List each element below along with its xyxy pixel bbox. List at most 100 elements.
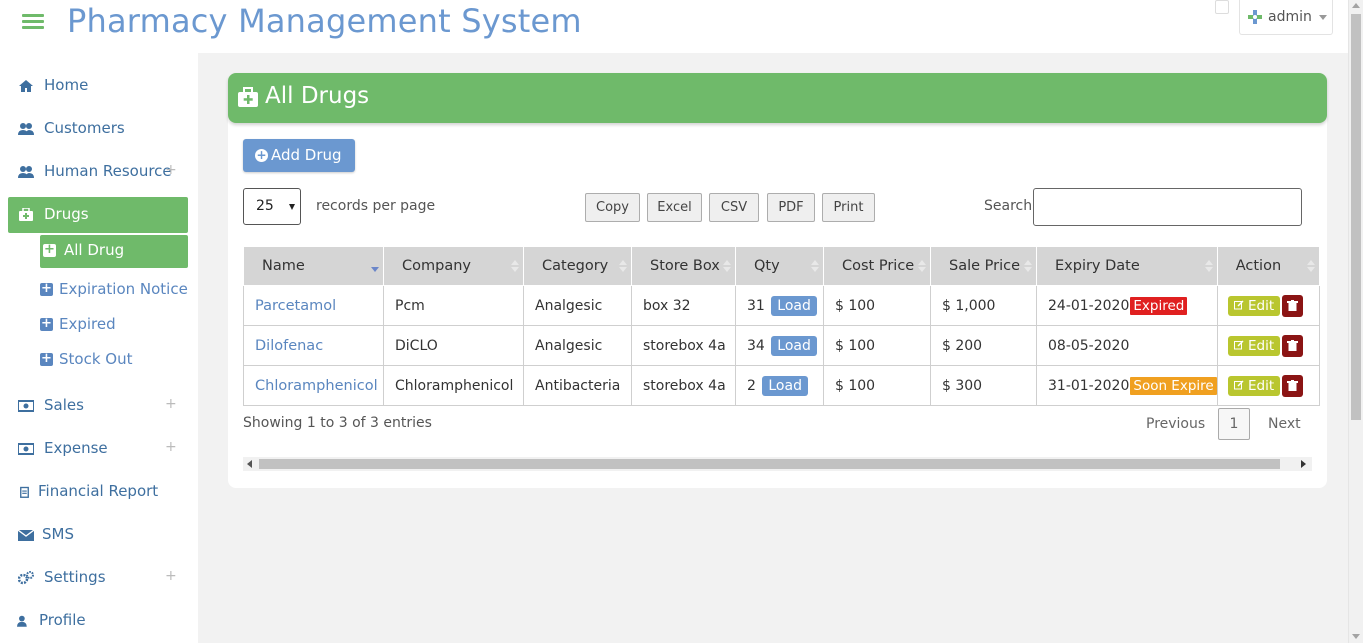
column-header-action[interactable]: Action <box>1216 246 1320 286</box>
edit-button[interactable]: Edit <box>1227 295 1281 316</box>
column-header-label: Qty <box>754 258 780 274</box>
load-button[interactable]: Load <box>762 375 808 396</box>
cell-qty: 34 Load <box>735 325 824 366</box>
panel-header: All Drugs <box>228 73 1327 123</box>
expand-plus-icon: + <box>165 396 177 412</box>
sidebar-item-expense[interactable]: Expense + <box>8 431 188 467</box>
search-input[interactable] <box>1033 188 1302 226</box>
table-header-row: Name Company Category Store Box Qty Cost… <box>243 246 1320 286</box>
sidebar-subitem-expired[interactable]: + Expired <box>40 309 188 342</box>
trash-icon <box>1287 339 1299 351</box>
pdf-button[interactable]: PDF <box>767 193 815 222</box>
drug-name-link[interactable]: Dilofenac <box>255 338 323 354</box>
drug-name-link[interactable]: Chloramphenicol <box>255 378 378 394</box>
cell-name: Dilofenac <box>243 325 384 366</box>
expired-badge: Expired <box>1130 296 1188 315</box>
sidebar-item-human-resource[interactable]: Human Resource + <box>8 154 188 190</box>
pagination-next[interactable]: Next <box>1268 416 1301 432</box>
sidebar-subitem-expiration-notice[interactable]: + Expiration Notice <box>40 274 188 307</box>
soon-expire-badge: Soon Expire <box>1130 376 1217 395</box>
column-header-label: Name <box>262 258 305 274</box>
sidebar-item-settings[interactable]: Settings + <box>8 560 188 596</box>
home-icon <box>19 80 33 92</box>
pagination-page-current[interactable]: 1 <box>1218 408 1250 440</box>
print-button[interactable]: Print <box>822 193 875 222</box>
horizontal-scroll-thumb[interactable] <box>259 459 1280 469</box>
hamburger-menu-icon[interactable] <box>22 11 44 33</box>
sort-icon <box>723 260 731 272</box>
sidebar-subitem-all-drug[interactable]: + All Drug <box>40 235 188 268</box>
column-header-label: Store Box <box>650 258 720 274</box>
sidebar-item-financial-report[interactable]: Financial Report <box>8 474 188 510</box>
sidebar-item-customers[interactable]: Customers <box>8 111 188 147</box>
cell-sale-price: $ 200 <box>930 325 1037 366</box>
edit-label: Edit <box>1248 337 1275 354</box>
all-drugs-panel: All Drugs + Add Drug 25 records per page… <box>228 73 1327 488</box>
scroll-left-icon[interactable] <box>247 460 252 468</box>
column-header-cost-price[interactable]: Cost Price <box>823 246 931 286</box>
user-menu-button[interactable]: admin <box>1239 0 1333 35</box>
pagination-previous[interactable]: Previous <box>1146 416 1205 432</box>
column-header-sale-price[interactable]: Sale Price <box>930 246 1037 286</box>
edit-button[interactable]: Edit <box>1227 335 1281 356</box>
load-button[interactable]: Load <box>771 295 817 316</box>
delete-button[interactable] <box>1282 294 1304 317</box>
cell-qty: 2 Load <box>735 365 824 406</box>
cell-cost-price: $ 100 <box>823 325 931 366</box>
column-header-company[interactable]: Company <box>383 246 524 286</box>
column-header-label: Sale Price <box>949 258 1021 274</box>
load-button[interactable]: Load <box>771 335 817 356</box>
app-title: Pharmacy Management System <box>67 2 582 40</box>
sidebar-item-drugs[interactable]: Drugs <box>8 197 188 233</box>
column-header-expiry-date[interactable]: Expiry Date <box>1036 246 1218 286</box>
sidebar-item-label: Sales <box>44 396 84 414</box>
qty-value: 2 <box>747 377 756 394</box>
cell-company: Chloramphenicol <box>383 365 524 406</box>
horizontal-scrollbar[interactable] <box>243 457 1312 471</box>
excel-button[interactable]: Excel <box>647 193 702 222</box>
delete-button[interactable] <box>1282 334 1304 357</box>
csv-button[interactable]: CSV <box>709 193 759 222</box>
sidebar-subitem-label: All Drug <box>64 241 125 259</box>
sidebar-subitem-stock-out[interactable]: + Stock Out <box>40 344 188 377</box>
scroll-right-icon[interactable] <box>1301 460 1306 468</box>
cell-expiry-date: 24-01-2020 Expired <box>1036 285 1218 326</box>
cell-store-box: box 32 <box>631 285 736 326</box>
trash-icon <box>1287 299 1299 311</box>
scroll-up-icon[interactable] <box>1352 3 1360 8</box>
sort-icon <box>1024 260 1032 272</box>
sidebar-item-sales[interactable]: Sales + <box>8 388 188 424</box>
sort-icon <box>619 260 627 272</box>
header-checkbox[interactable] <box>1215 0 1229 14</box>
cell-action: Edit <box>1216 285 1320 326</box>
sidebar-item-home[interactable]: Home <box>8 68 188 104</box>
user-avatar-icon <box>1248 10 1262 24</box>
column-header-name[interactable]: Name <box>243 246 384 286</box>
cell-expiry-date: 08-05-2020 <box>1036 325 1218 366</box>
drug-name-link[interactable]: Parcetamol <box>255 298 336 314</box>
users-icon <box>18 123 34 135</box>
column-header-store-box[interactable]: Store Box <box>631 246 736 286</box>
copy-button[interactable]: Copy <box>585 193 640 222</box>
column-header-qty[interactable]: Qty <box>735 246 824 286</box>
sidebar-item-sms[interactable]: SMS <box>8 517 188 553</box>
cell-sale-price: $ 300 <box>930 365 1037 406</box>
money-icon <box>18 400 34 412</box>
column-header-category[interactable]: Category <box>523 246 632 286</box>
sidebar-item-label: Drugs <box>44 205 89 223</box>
scroll-down-icon[interactable] <box>1352 634 1360 639</box>
column-header-label: Action <box>1235 258 1282 274</box>
sidebar-subitem-label: Expiration Notice <box>59 280 188 298</box>
edit-button[interactable]: Edit <box>1227 375 1281 396</box>
scroll-thumb[interactable] <box>1351 14 1361 420</box>
add-drug-button[interactable]: + Add Drug <box>243 139 355 172</box>
records-per-page-select[interactable]: 25 <box>243 188 301 225</box>
sidebar-item-profile[interactable]: Profile <box>8 603 188 639</box>
edit-icon <box>1233 379 1244 389</box>
sidebar-item-label: Financial Report <box>38 482 159 500</box>
sort-icon <box>811 260 819 272</box>
records-per-page-label: records per page <box>316 198 436 214</box>
money-icon <box>18 443 34 455</box>
delete-button[interactable] <box>1282 374 1304 397</box>
vertical-scrollbar[interactable] <box>1348 0 1363 643</box>
